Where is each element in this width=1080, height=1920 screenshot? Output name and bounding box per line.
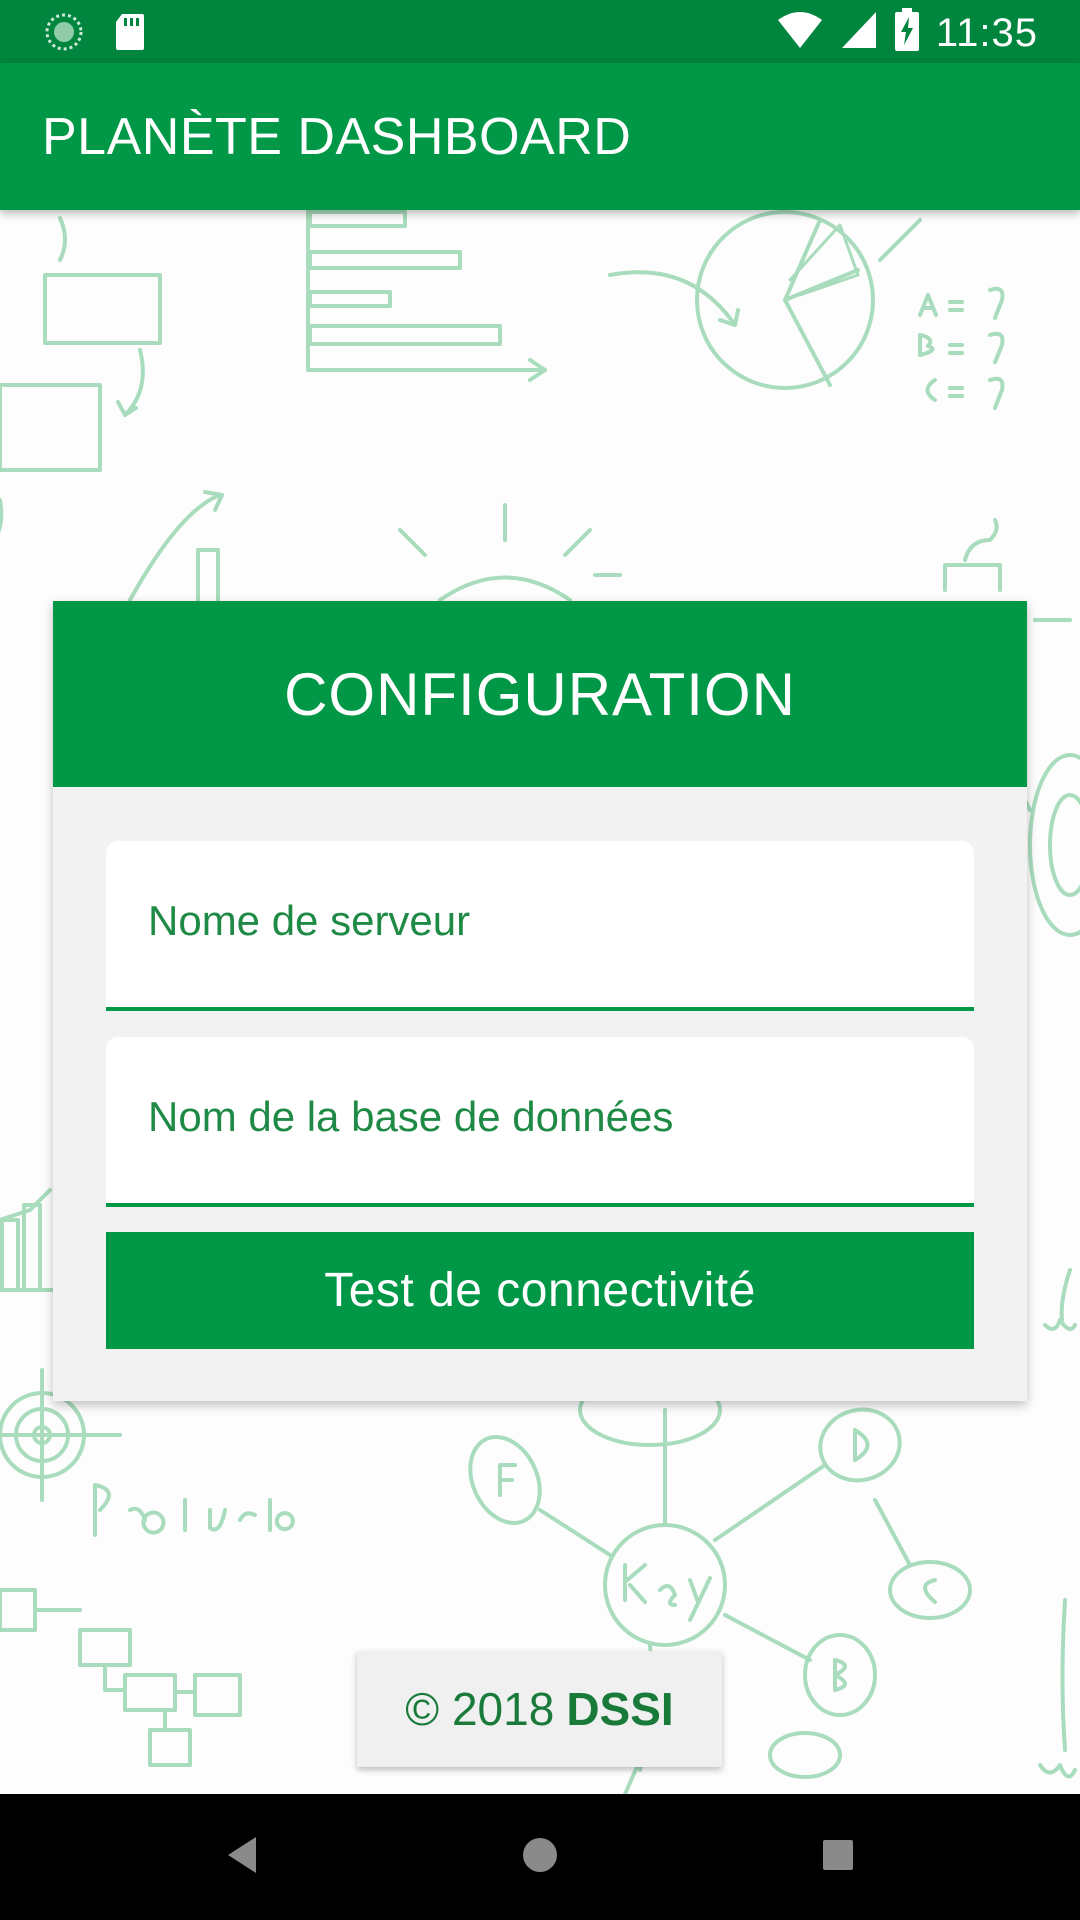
home-button[interactable] xyxy=(470,1794,610,1920)
home-icon xyxy=(520,1835,560,1880)
brand-name: DSSI xyxy=(566,1683,674,1735)
status-time: 11:35 xyxy=(935,10,1038,55)
status-bar: 11:35 xyxy=(0,0,1080,63)
status-left-icons xyxy=(44,12,146,57)
back-icon xyxy=(222,1833,262,1882)
test-connectivity-button[interactable]: Test de connectivité xyxy=(106,1232,974,1349)
database-name-field xyxy=(106,1037,974,1207)
app-title: PLANÈTE DASHBOARD xyxy=(42,108,632,166)
copyright-text: © 2018 xyxy=(405,1683,555,1735)
sync-icon xyxy=(44,12,84,57)
status-right-icons: 11:35 xyxy=(776,8,1038,57)
configuration-card: CONFIGURATION Test de connectivité xyxy=(53,601,1027,1401)
navigation-bar xyxy=(0,1794,1080,1920)
wifi-icon xyxy=(776,10,824,55)
footer-copyright: © 2018 DSSI xyxy=(357,1651,722,1767)
recents-icon xyxy=(820,1837,856,1878)
back-button[interactable] xyxy=(172,1794,312,1920)
server-name-input[interactable] xyxy=(148,891,938,951)
recents-button[interactable] xyxy=(768,1794,908,1920)
database-name-input[interactable] xyxy=(148,1087,938,1147)
battery-charging-icon xyxy=(894,8,920,57)
server-name-field xyxy=(106,841,974,1011)
card-header: CONFIGURATION xyxy=(53,601,1027,787)
signal-icon xyxy=(840,10,878,55)
sd-card-icon xyxy=(114,12,146,57)
card-title: CONFIGURATION xyxy=(284,660,796,728)
app-bar: PLANÈTE DASHBOARD xyxy=(0,63,1080,210)
